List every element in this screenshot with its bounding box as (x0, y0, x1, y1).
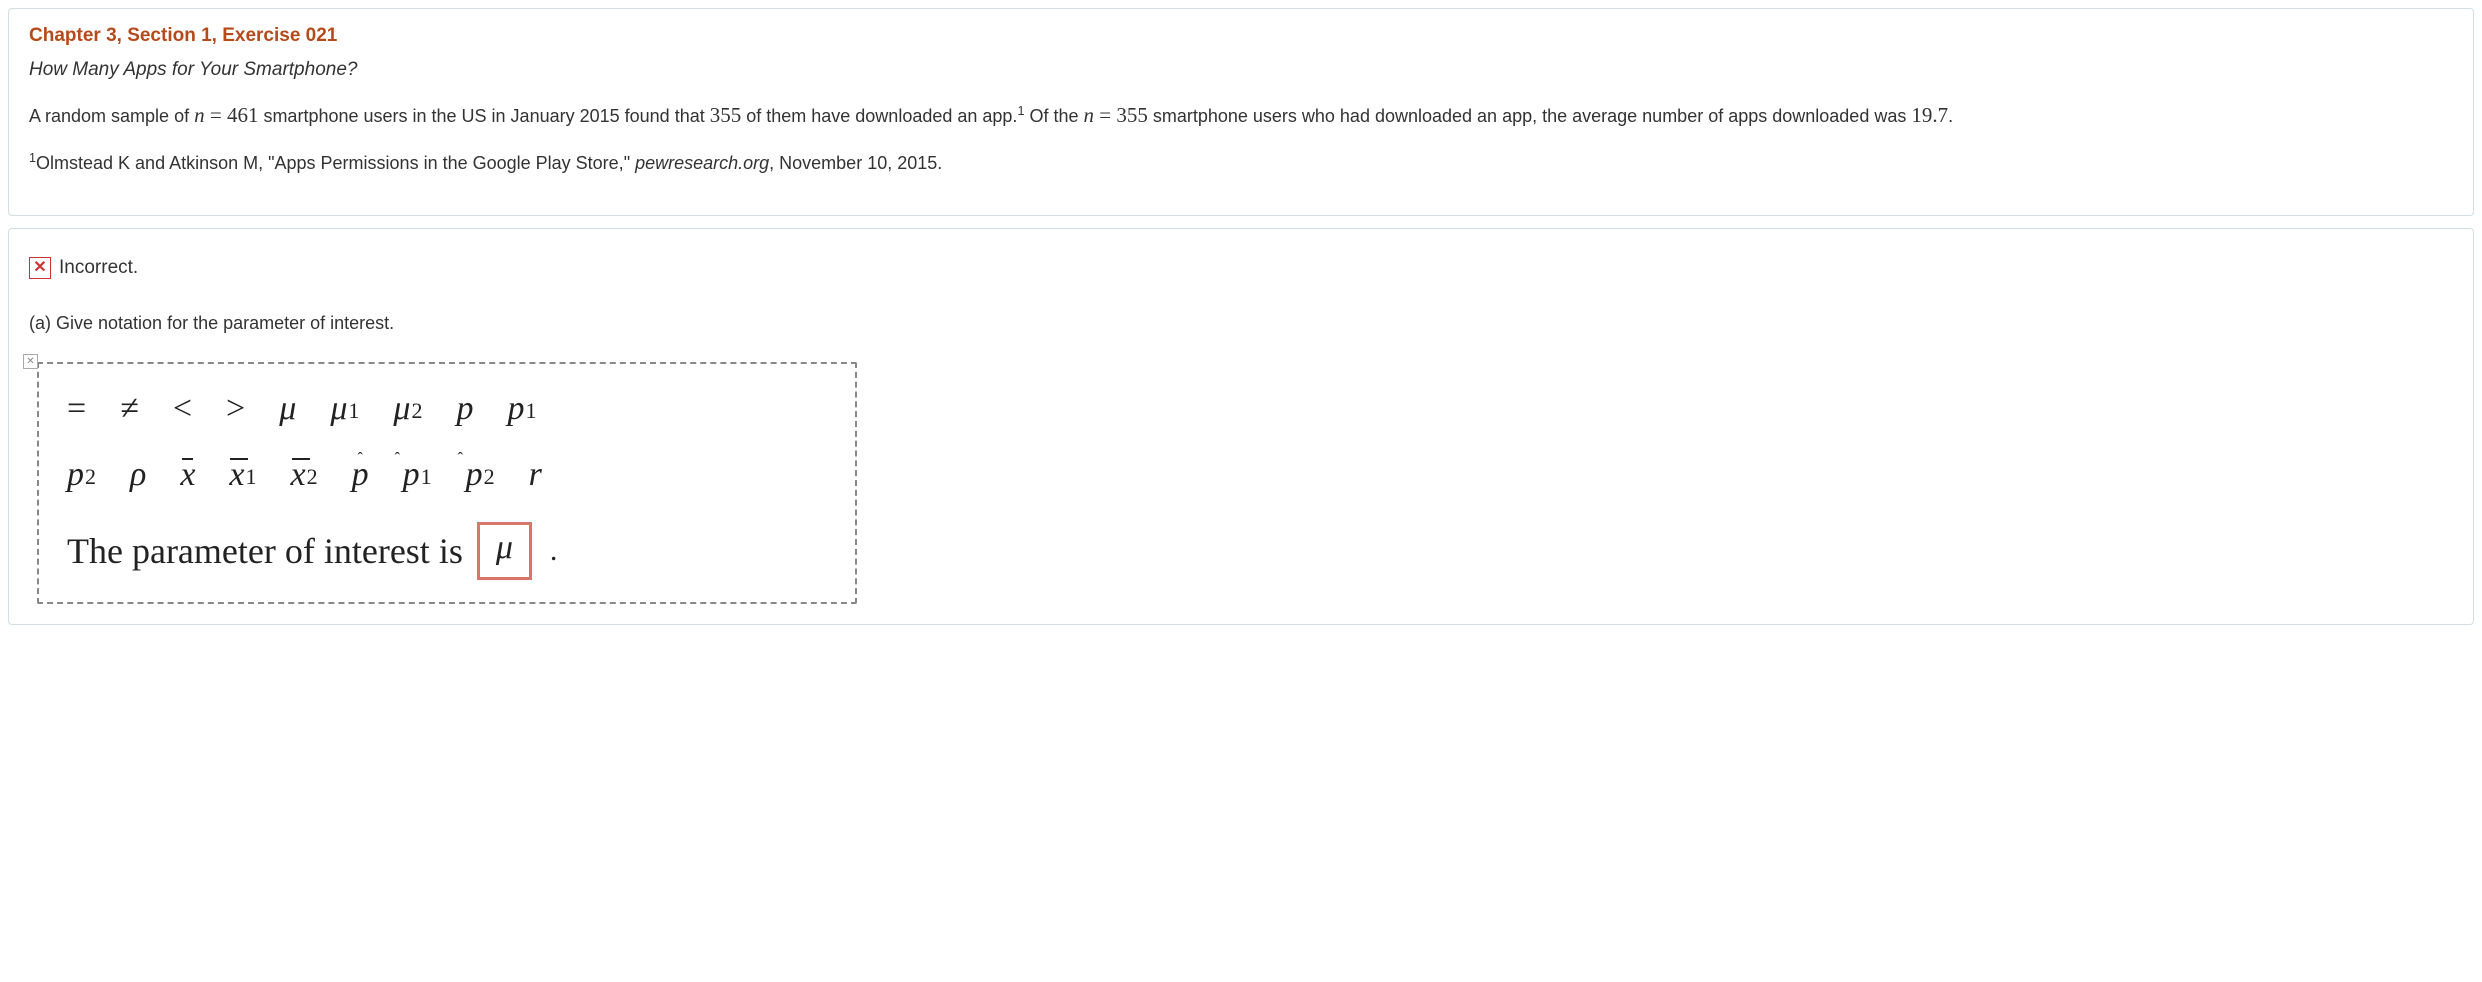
problem-header-panel: Chapter 3, Section 1, Exercise 021 How M… (8, 8, 2474, 216)
bar (230, 458, 248, 460)
var-n: n (1083, 103, 1094, 127)
sub: 1 (525, 398, 536, 424)
symbol-not-equals[interactable]: ≠ (120, 390, 139, 428)
footnote: 1Olmstead K and Atkinson M, "Apps Permis… (29, 150, 2453, 178)
text: smartphone users who had downloaded an a… (1148, 106, 1912, 126)
symbol-mu1[interactable]: μ1 (330, 390, 359, 428)
symbol-p1[interactable]: p1 (507, 390, 536, 428)
symbol-xbar1[interactable]: x1 (229, 456, 256, 494)
answer-input-box[interactable]: μ (477, 522, 532, 580)
clear-icon[interactable]: ✕ (23, 354, 38, 369)
text: . (1948, 106, 1953, 126)
problem-paragraph: A random sample of n = 461 smartphone us… (29, 99, 2453, 132)
statement-text: The parameter of interest is (67, 530, 463, 572)
symbol-row-1: = ≠ < > μ μ1 μ2 p p1 (67, 390, 827, 428)
symbol-phat1[interactable]: ˆp1 (403, 456, 432, 494)
symbol-p[interactable]: p (456, 390, 473, 428)
hat: ˆ (458, 450, 476, 468)
equals: = (205, 103, 227, 127)
equals: = (1094, 103, 1116, 127)
value-355b: 355 (1116, 103, 1148, 127)
symbol-rho[interactable]: ρ (130, 456, 146, 494)
exercise-subtitle: How Many Apps for Your Smartphone? (29, 59, 2453, 81)
symbol-xbar[interactable]: x (180, 456, 195, 494)
part-a-label: (a) Give notation for the parameter of i… (29, 313, 2453, 334)
sub: 1 (246, 464, 257, 490)
value-19-7: 19.7 (1911, 103, 1948, 127)
symbol-palette: = ≠ < > μ μ1 μ2 p p1 p2 ρ x x1 x2 ˆp ˆp1… (37, 362, 857, 604)
statement-period: . (550, 534, 558, 568)
answer-panel: ✕ Incorrect. (a) Give notation for the p… (8, 228, 2474, 625)
symbol-mu[interactable]: μ (279, 390, 296, 428)
bar (182, 458, 193, 460)
symbol-mu2[interactable]: μ2 (393, 390, 422, 428)
hat: ˆ (395, 450, 413, 468)
footnote-date: , November 10, 2015. (769, 153, 942, 173)
sub: 2 (484, 464, 495, 490)
symbol-row-2: p2 ρ x x1 x2 ˆp ˆp1 ˆp2 r (67, 456, 827, 494)
footnote-text: Olmstead K and Atkinson M, "Apps Permiss… (36, 153, 635, 173)
hat: ˆ (357, 450, 362, 468)
base: x (229, 456, 244, 494)
text: smartphone users in the US in January 20… (258, 106, 709, 126)
value-461: 461 (227, 103, 259, 127)
text: Of the (1024, 106, 1083, 126)
symbol-less-than[interactable]: < (173, 390, 192, 428)
sub: 1 (421, 464, 432, 490)
text: of them have downloaded an app. (741, 106, 1017, 126)
symbol-r[interactable]: r (529, 456, 542, 494)
feedback-row: ✕ Incorrect. (29, 257, 2453, 279)
base: μ (393, 390, 410, 428)
answer-statement: The parameter of interest is μ . (67, 522, 827, 580)
footnote-marker: 1 (29, 151, 36, 165)
base: p (507, 390, 524, 428)
text: A random sample of (29, 106, 194, 126)
sub: 2 (411, 398, 422, 424)
sub: 1 (348, 398, 359, 424)
feedback-text: Incorrect. (59, 257, 138, 279)
symbol-p2[interactable]: p2 (67, 456, 96, 494)
exercise-title: Chapter 3, Section 1, Exercise 021 (29, 25, 2453, 47)
base: p (67, 456, 84, 494)
base: μ (330, 390, 347, 428)
bar (292, 458, 310, 460)
symbol-greater-than[interactable]: > (226, 390, 245, 428)
symbol-phat[interactable]: ˆp (352, 456, 369, 494)
symbol-phat2[interactable]: ˆp2 (466, 456, 495, 494)
sub: 2 (307, 464, 318, 490)
base: x (291, 456, 306, 494)
sub: 2 (85, 464, 96, 490)
footnote-site: pewresearch.org (635, 153, 769, 173)
answer-area: ✕ = ≠ < > μ μ1 μ2 p p1 p2 ρ x x1 x2 ˆp ˆ… (23, 362, 2453, 604)
base: x (180, 456, 195, 494)
value-355: 355 (710, 103, 742, 127)
var-n: n (194, 103, 205, 127)
symbol-equals[interactable]: = (67, 390, 86, 428)
symbol-xbar2[interactable]: x2 (291, 456, 318, 494)
incorrect-icon: ✕ (29, 257, 51, 279)
